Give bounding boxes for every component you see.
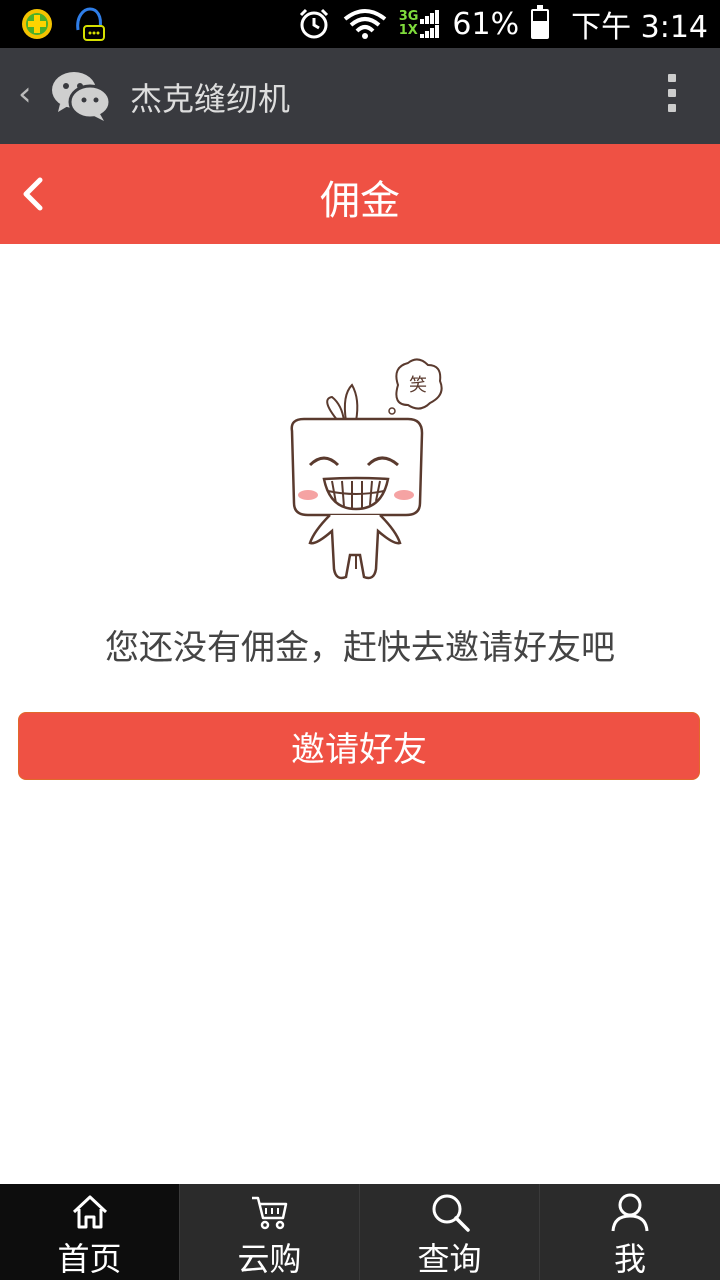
wechat-page-title: 杰克缝纫机 [130,80,291,118]
tab-me-label: 我 [613,1240,646,1278]
alarm-icon [299,8,328,39]
clock: 下午 3:14 [571,10,708,45]
wechat-title-bar: ‹ 杰克缝纫机 [0,48,720,144]
network-type: 3G 1X [399,9,441,39]
laughing-mascot-illustration: 笑 [290,358,443,580]
wifi-icon [343,9,386,39]
wechat-back-icon[interactable]: ‹ [18,74,32,114]
security-app-icon [22,9,52,39]
search-icon [432,1194,470,1232]
tab-cloud-buy-label: 云购 [237,1240,302,1278]
tab-me[interactable]: 我 [540,1184,720,1280]
user-icon [611,1193,649,1232]
home-icon [72,1195,108,1229]
battery-icon [531,5,550,39]
signal-icon [420,10,440,38]
qq-message-icon [76,7,105,41]
network-label: 3G 1X [398,9,419,38]
tab-query-label: 查询 [417,1240,482,1278]
tab-query[interactable]: 查询 [360,1184,540,1280]
status-bar: 3G 1X 61% 下午 3:14 [0,0,720,48]
notification-icons [20,6,106,42]
bottom-tab-bar: 首页 云购 查询 我 [0,1184,720,1280]
invite-friends-button[interactable]: 邀请好友 [18,712,700,780]
page-header: 佣金 [0,144,720,244]
tab-home-label: 首页 [57,1240,122,1278]
more-menu-icon[interactable] [668,74,676,112]
tab-cloud-buy[interactable]: 云购 [180,1184,360,1280]
page-title: 佣金 [320,178,400,224]
empty-state-message: 您还没有佣金，赶快去邀请好友吧 [105,628,615,668]
wechat-logo-icon [52,72,112,121]
cart-icon [252,1196,288,1230]
battery-percent: 61% [452,6,520,42]
tab-home[interactable]: 首页 [0,1184,180,1280]
mascot-bubble-text: 笑 [409,375,427,396]
